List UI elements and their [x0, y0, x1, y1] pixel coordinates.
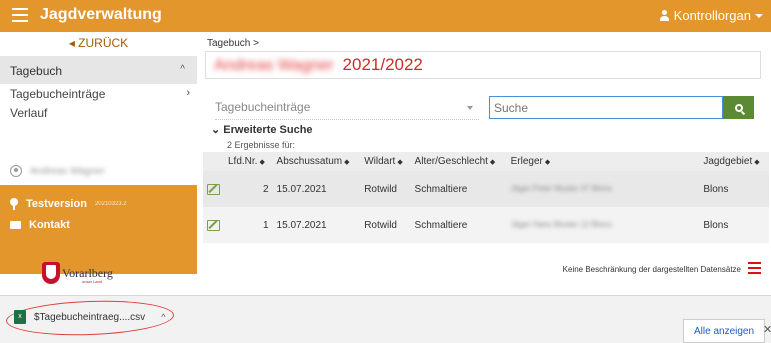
column-header-alter[interactable]: Alter/Geschlecht ◆ [410, 152, 507, 171]
user-menu[interactable]: Kontrollorgan [659, 8, 763, 23]
sort-icon: ◆ [259, 159, 265, 166]
chevron-down-icon: ⌄ [211, 124, 224, 136]
show-all-downloads-button[interactable]: Alle anzeigen [683, 319, 766, 343]
cell-erleger: Jäger Hans Muster 12 Blons [506, 207, 700, 243]
cell-wildart: Rotwild [360, 207, 411, 243]
column-header-jagdgebiet[interactable]: Jagdgebiet ◆ [699, 152, 769, 171]
testversion-item[interactable]: Testversion 20210323.2 [10, 198, 127, 210]
search-button[interactable] [723, 96, 754, 119]
sort-icon: ◆ [489, 159, 496, 166]
cell-jagdgebiet: Blons [699, 207, 769, 243]
sort-icon: ◆ [544, 159, 551, 166]
mail-icon [10, 221, 21, 229]
sidebar-section-tagebuch[interactable]: Tagebuch ^ [0, 56, 197, 84]
cell-jagdgebiet: Blons [699, 171, 769, 207]
cell-datum: 15.07.2021 [272, 207, 361, 243]
edit-icon[interactable] [207, 219, 220, 231]
logo-subtitle: unser Land [82, 279, 103, 284]
chevron-up-icon: ^ [180, 64, 185, 75]
user-name: Andreas Wagner [30, 165, 105, 177]
user-menu-label: Kontrollorgan [673, 8, 751, 23]
sidebar-item-tagebucheintraege[interactable]: Tagebucheinträge › [10, 87, 190, 101]
cell-wildart: Rotwild [360, 171, 411, 207]
cell-datum: 15.07.2021 [272, 171, 361, 207]
results-table: Lfd.Nr. ◆ Abschussatum ◆ Wildart ◆ Alter/Ge… [203, 152, 769, 243]
sidebar-item-verlauf[interactable]: Verlauf [10, 106, 190, 120]
edit-icon[interactable] [207, 183, 220, 195]
sidebar: ◂ ZURÜCK Tagebuch ^ Tagebucheinträge › V… [0, 32, 197, 295]
edit-cell[interactable] [203, 171, 224, 207]
version-tag: 20210323.2 [94, 201, 127, 207]
search-category-value: Tagebucheinträge [215, 100, 311, 114]
back-link[interactable]: ◂ ZURÜCK [0, 36, 197, 50]
column-header-edit [203, 152, 224, 171]
table-row[interactable]: 1 15.07.2021 Rotwild Schmaltiere Jäger H… [203, 207, 769, 243]
table-header-row: Lfd.Nr. ◆ Abschussatum ◆ Wildart ◆ Alter/Ge… [203, 152, 769, 171]
top-bar: Jagdverwaltung Kontrollorgan [0, 0, 771, 32]
chevron-right-icon: › [186, 87, 190, 99]
download-file-name: $Tagebucheintraeg....csv [34, 311, 146, 323]
search-category-select[interactable]: Tagebucheinträge [215, 96, 479, 120]
sidebar-section-label: Tagebuch [10, 64, 63, 78]
cell-alter: Schmaltiere [410, 171, 507, 207]
column-header-wildart[interactable]: Wildart ◆ [360, 152, 411, 171]
close-icon[interactable]: ✕ [763, 323, 771, 336]
cell-nr: 2 [224, 171, 273, 207]
column-header-erleger[interactable]: Erleger ◆ [506, 152, 700, 171]
sort-icon: ◆ [344, 159, 350, 166]
hamburger-menu-icon[interactable] [12, 8, 28, 22]
cell-erleger: Jäger Peter Muster 47 Blons [506, 171, 700, 207]
cell-nr: 1 [224, 207, 273, 243]
column-header-datum[interactable]: Abschussatum ◆ [272, 152, 361, 171]
page-title: Andreas Wagner 2021/2022 [205, 51, 761, 79]
chevron-left-icon: ◂ [68, 36, 79, 50]
lightbulb-icon [10, 198, 18, 210]
caret-down-icon [755, 13, 763, 18]
breadcrumb[interactable]: Tagebuch > [207, 38, 259, 49]
table-row[interactable]: 2 15.07.2021 Rotwild Schmaltiere Jäger P… [203, 171, 769, 207]
erleger-text: Jäger Peter Muster 47 Blons [510, 184, 613, 193]
column-header-nr[interactable]: Lfd.Nr. ◆ [224, 152, 273, 171]
results-count: 2 Ergebnisse für: [227, 140, 296, 150]
kontakt-label: Kontakt [29, 219, 70, 231]
coat-of-arms-icon [42, 262, 60, 284]
testversion-label: Testversion [26, 198, 87, 210]
main-content: Tagebuch > Andreas Wagner 2021/2022 Tage… [197, 32, 771, 295]
list-icon[interactable] [748, 262, 761, 274]
dropdown-arrow-icon [467, 106, 473, 110]
title-name: Andreas Wagner [214, 57, 334, 74]
sidebar-user: Andreas Wagner [10, 165, 105, 177]
vorarlberg-logo: Vorarlberg unser Land [42, 254, 154, 292]
app-title: Jagdverwaltung [40, 6, 162, 23]
download-bar: x $Tagebucheintraeg....csv ^ Alle anzeig… [0, 295, 771, 343]
erleger-text: Jäger Hans Muster 12 Blons [510, 220, 612, 229]
advanced-search-toggle[interactable]: ⌄ Erweiterte Suche [211, 123, 313, 136]
sidebar-item-label: Tagebucheinträge [10, 87, 106, 101]
spreadsheet-file-icon: x [14, 310, 26, 324]
edit-cell[interactable] [203, 207, 224, 243]
download-item[interactable]: x $Tagebucheintraeg....csv ^ [14, 310, 165, 324]
user-icon [659, 9, 670, 22]
sort-icon: ◆ [754, 159, 760, 166]
sidebar-item-label: Verlauf [10, 106, 48, 120]
sort-icon: ◆ [397, 159, 403, 166]
search-icon [734, 103, 743, 112]
avatar-icon [10, 165, 22, 177]
kontakt-item[interactable]: Kontakt [10, 219, 70, 231]
advanced-search-label: Erweiterte Suche [223, 124, 313, 136]
cell-alter: Schmaltiere [410, 207, 507, 243]
title-year: 2021/2022 [342, 55, 423, 74]
chevron-up-icon[interactable]: ^ [161, 312, 165, 322]
records-limit-note: Keine Beschränkung der dargestellten Dat… [562, 265, 741, 274]
back-label: ZURÜCK [78, 36, 129, 50]
search-input[interactable] [489, 96, 723, 119]
